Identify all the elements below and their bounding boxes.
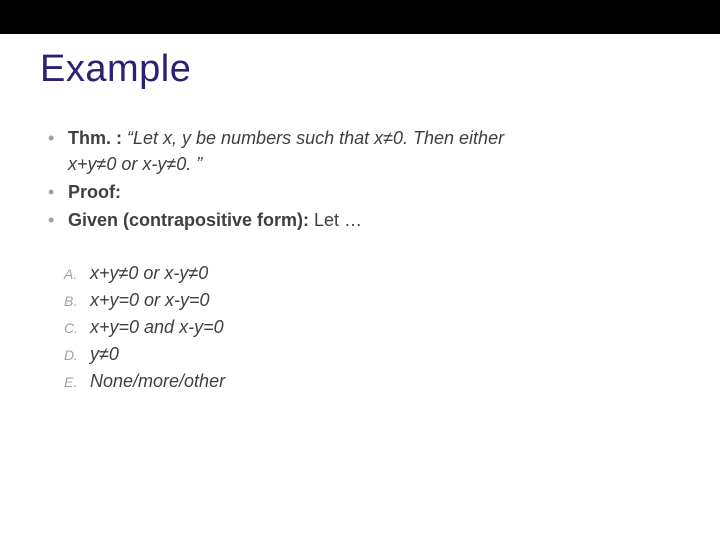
given-text: Given (contrapositive form): Let … (68, 207, 680, 233)
slide-title: Example (40, 48, 680, 91)
option-text: x+y=0 and x-y=0 (90, 317, 224, 338)
option-letter: B. (64, 293, 90, 309)
bullet-dot-icon: • (48, 207, 60, 233)
options-list: A. x+y≠0 or x-y≠0 B. x+y=0 or x-y=0 C. x… (64, 263, 680, 392)
option-text: None/more/other (90, 371, 225, 392)
thm-line1: “Let x, y be numbers such that x≠0. Then… (122, 128, 504, 148)
option-text: x+y≠0 or x-y≠0 (90, 263, 208, 284)
bullet-dot-icon: • (48, 125, 60, 151)
given-rest: Let … (309, 210, 362, 230)
option-e: E. None/more/other (64, 371, 680, 392)
option-b: B. x+y=0 or x-y=0 (64, 290, 680, 311)
option-text: x+y=0 or x-y=0 (90, 290, 210, 311)
option-text: y≠0 (90, 344, 119, 365)
given-label: Given (contrapositive form): (68, 210, 309, 230)
option-letter: E. (64, 374, 90, 390)
theorem-text: Thm. : “Let x, y be numbers such that x≠… (68, 125, 680, 177)
bullet-proof: • Proof: (48, 179, 680, 205)
option-letter: C. (64, 320, 90, 336)
option-a: A. x+y≠0 or x-y≠0 (64, 263, 680, 284)
bullet-list: • Thm. : “Let x, y be numbers such that … (48, 125, 680, 233)
bullet-given: • Given (contrapositive form): Let … (48, 207, 680, 233)
proof-label: Proof: (68, 182, 121, 202)
proof-text: Proof: (68, 179, 680, 205)
thm-line2: x+y≠0 or x-y≠0. ” (68, 154, 202, 174)
option-c: C. x+y=0 and x-y=0 (64, 317, 680, 338)
bullet-theorem: • Thm. : “Let x, y be numbers such that … (48, 125, 680, 177)
top-black-bar (0, 0, 720, 34)
option-d: D. y≠0 (64, 344, 680, 365)
option-letter: A. (64, 266, 90, 282)
bullet-dot-icon: • (48, 179, 60, 205)
option-letter: D. (64, 347, 90, 363)
thm-label: Thm. : (68, 128, 122, 148)
slide-content: Example • Thm. : “Let x, y be numbers su… (0, 34, 720, 392)
